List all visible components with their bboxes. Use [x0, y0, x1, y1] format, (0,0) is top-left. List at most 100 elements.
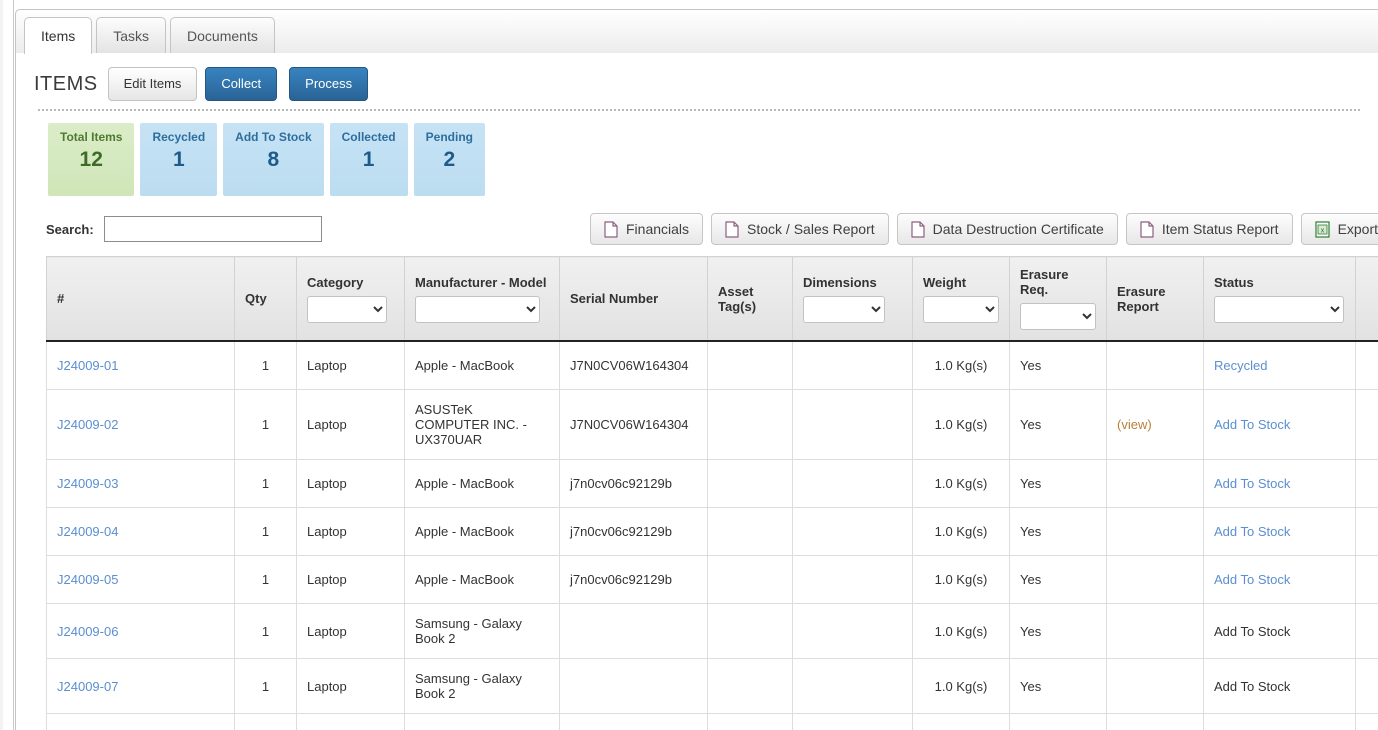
filter-select-manu[interactable]	[415, 295, 540, 323]
cell-manu: Apple - MacBook	[404, 340, 560, 390]
edit-items-button[interactable]: Edit Items	[107, 67, 198, 101]
cell-print[interactable]	[1355, 340, 1378, 390]
cell-manu: Apple - MacBook	[404, 459, 560, 508]
tab-list: Items Tasks Documents	[15, 9, 279, 54]
status-value[interactable]: Add To Stock	[1214, 524, 1290, 539]
column-header-asset: Asset Tag(s)	[707, 256, 793, 342]
tab-documents[interactable]: Documents	[170, 17, 275, 53]
erasure-report-link[interactable]: (view)	[1117, 417, 1152, 432]
cell-qty-text: 1	[261, 417, 270, 432]
cell-serial: J7N0CV06W164304	[559, 389, 708, 460]
column-header-label: #	[57, 291, 65, 306]
cell-print[interactable]	[1355, 713, 1378, 730]
cell-weight: 1.0 Kg(s)	[912, 603, 1010, 659]
cell-serial-text: j7n0cv06c92129b	[570, 572, 672, 587]
filter-select-erreq[interactable]	[1020, 303, 1096, 330]
cell-dim	[792, 389, 913, 460]
cell-print[interactable]	[1355, 389, 1378, 460]
cell-status: Add To Stock	[1203, 389, 1356, 460]
items-table: # Qty Category Manufacturer - Model Serial N…	[46, 256, 1378, 730]
status-value[interactable]: Add To Stock	[1214, 476, 1290, 491]
cell-qty-text: 1	[261, 572, 270, 587]
cell-weight: 1.0 Kg(s)	[912, 658, 1010, 714]
report-button-export-to-csv[interactable]: x Export To CSV	[1300, 213, 1378, 245]
column-header-label: Erasure Req.	[1020, 267, 1069, 297]
cell-cat-text: Laptop	[307, 678, 347, 694]
item-number-link[interactable]: J24009-01	[57, 358, 118, 373]
status-value[interactable]: Recycled	[1214, 358, 1267, 373]
cell-manu-text: ASUSTeK COMPUTER INC. - UX370UAR	[415, 402, 527, 447]
cell-cat: Laptop	[296, 713, 405, 730]
stat-card-collected[interactable]: Collected 1	[329, 123, 408, 196]
stat-card-pending[interactable]: Pending 2	[413, 123, 485, 196]
cell-dim	[792, 603, 913, 659]
process-button[interactable]: Process	[289, 67, 369, 101]
status-value[interactable]: Add To Stock	[1214, 572, 1290, 587]
report-button-label: Stock / Sales Report	[747, 221, 875, 237]
stat-card-total-items[interactable]: Total Items 12	[48, 123, 135, 196]
cell-status: Add To Stock	[1203, 658, 1356, 714]
column-header-label: Qty	[245, 291, 267, 306]
cell-cat: Laptop	[296, 603, 405, 659]
cell-print[interactable]	[1355, 603, 1378, 659]
report-button-stock-sales-report[interactable]: Stock / Sales Report	[711, 213, 889, 245]
tab-items[interactable]: Items	[24, 17, 93, 54]
item-number-link[interactable]: J24009-02	[57, 417, 118, 432]
column-header-manu: Manufacturer - Model	[404, 256, 560, 342]
column-header-erreq: Erasure Req.	[1009, 256, 1107, 342]
report-button-item-status-report[interactable]: Item Status Report	[1125, 213, 1293, 245]
report-button-data-destruction-certificate[interactable]: Data Destruction Certificate	[896, 213, 1118, 245]
search-input[interactable]	[103, 216, 322, 242]
stat-card-add-to-stock[interactable]: Add To Stock 8	[223, 123, 324, 196]
items-table-body: J24009-01 1 Laptop Apple - MacBook J7N0CV06W…	[46, 340, 1378, 730]
cell-print[interactable]	[1355, 555, 1378, 604]
cell-qty: 1	[234, 389, 297, 460]
cell-dim	[792, 340, 913, 390]
column-header-label: Category	[307, 274, 364, 290]
stats-summary: Total Items 12 Recycled 1 Add To Stock 8 Colle…	[16, 111, 1378, 196]
stat-card-label: Collected	[341, 130, 396, 144]
table-row: J24009-01 1 Laptop Apple - MacBook J7N0CV06W…	[46, 340, 1378, 390]
cell-dim	[792, 713, 913, 730]
items-table-head: # Qty Category Manufacturer - Model Serial N…	[46, 256, 1378, 342]
cell-manu: IBM - Thinkpad	[404, 713, 560, 730]
column-header-status: Status	[1203, 256, 1356, 342]
stat-card-value: 12	[79, 148, 103, 171]
status-value[interactable]: Add To Stock	[1214, 417, 1290, 432]
cell-print[interactable]	[1355, 507, 1378, 556]
filter-select-status[interactable]	[1214, 295, 1344, 323]
item-number-link[interactable]: J24009-04	[57, 524, 118, 539]
report-button-financials[interactable]: Financials	[590, 213, 704, 245]
stat-card-value: 2	[443, 148, 456, 171]
cell-print[interactable]	[1355, 459, 1378, 508]
column-header-cat: Category	[296, 256, 405, 342]
cell-cat: Laptop	[296, 340, 405, 390]
cell-weight-text: 1.0 Kg(s)	[934, 623, 988, 639]
filter-select-weight[interactable]	[923, 295, 999, 323]
document-icon	[604, 220, 618, 238]
page-left-gutter-strip	[0, 0, 3, 730]
cell-weight-text: 1.0 Kg(s)	[934, 524, 988, 539]
item-number-link[interactable]: J24009-03	[57, 476, 118, 491]
stat-card-recycled[interactable]: Recycled 1	[140, 123, 218, 196]
column-header-qty: Qty	[234, 256, 297, 342]
item-number-link[interactable]: J24009-06	[57, 624, 118, 639]
cell-weight-text: 1.0 Kg(s)	[934, 358, 988, 373]
tab-tasks[interactable]: Tasks	[96, 17, 167, 53]
collect-button[interactable]: Collect	[205, 67, 278, 101]
stat-card-value: 1	[362, 148, 375, 171]
cell-print[interactable]	[1355, 658, 1378, 714]
cell-erreq-text: Yes	[1020, 678, 1042, 694]
item-number-link[interactable]: J24009-05	[57, 572, 118, 587]
cell-manu-text: Apple - MacBook	[415, 476, 514, 491]
column-header-label: Erasure Report	[1117, 283, 1166, 314]
cell-errep	[1106, 555, 1204, 604]
cell-num: J24009-08	[46, 713, 235, 730]
page-left-gutter	[0, 0, 14, 730]
item-number-link[interactable]: J24009-07	[57, 679, 118, 694]
filter-select-cat[interactable]	[307, 295, 387, 323]
cell-weight: 1.0 Kg(s)	[912, 389, 1010, 460]
filter-select-dim[interactable]	[803, 295, 885, 323]
table-row: J24009-02 1 Laptop ASUSTeK COMPUTER INC. - …	[46, 389, 1378, 460]
cell-manu: Apple - MacBook	[404, 507, 560, 556]
